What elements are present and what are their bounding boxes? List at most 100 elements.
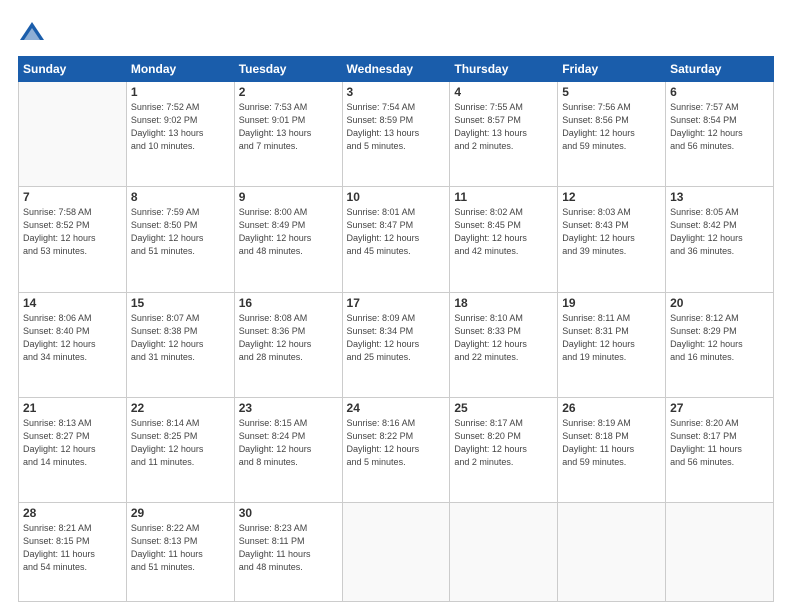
day-number: 27 xyxy=(670,401,769,415)
calendar-day-cell xyxy=(342,503,450,602)
day-number: 2 xyxy=(239,85,338,99)
day-info: Sunrise: 7:58 AM Sunset: 8:52 PM Dayligh… xyxy=(23,206,122,258)
day-info: Sunrise: 8:22 AM Sunset: 8:13 PM Dayligh… xyxy=(131,522,230,574)
day-info: Sunrise: 7:59 AM Sunset: 8:50 PM Dayligh… xyxy=(131,206,230,258)
day-info: Sunrise: 8:20 AM Sunset: 8:17 PM Dayligh… xyxy=(670,417,769,469)
day-info: Sunrise: 8:11 AM Sunset: 8:31 PM Dayligh… xyxy=(562,312,661,364)
header xyxy=(18,18,774,46)
day-info: Sunrise: 7:55 AM Sunset: 8:57 PM Dayligh… xyxy=(454,101,553,153)
calendar-week-row: 14Sunrise: 8:06 AM Sunset: 8:40 PM Dayli… xyxy=(19,292,774,397)
day-info: Sunrise: 7:52 AM Sunset: 9:02 PM Dayligh… xyxy=(131,101,230,153)
day-number: 14 xyxy=(23,296,122,310)
calendar-header-cell: Sunday xyxy=(19,57,127,82)
day-info: Sunrise: 7:54 AM Sunset: 8:59 PM Dayligh… xyxy=(347,101,446,153)
day-info: Sunrise: 8:03 AM Sunset: 8:43 PM Dayligh… xyxy=(562,206,661,258)
calendar-day-cell: 15 Sunrise: 8:07 AM Sunset: 8:38 PM Dayli… xyxy=(126,292,234,397)
calendar-day-cell: 17 Sunrise: 8:09 AM Sunset: 8:34 PM Dayli… xyxy=(342,292,450,397)
calendar-day-cell: 8 Sunrise: 7:59 AM Sunset: 8:50 PM Daylig… xyxy=(126,187,234,292)
calendar-day-cell: 14Sunrise: 8:06 AM Sunset: 8:40 PM Dayli… xyxy=(19,292,127,397)
calendar-day-cell: 16 Sunrise: 8:08 AM Sunset: 8:36 PM Dayli… xyxy=(234,292,342,397)
day-info: Sunrise: 8:23 AM Sunset: 8:11 PM Dayligh… xyxy=(239,522,338,574)
calendar-day-cell: 23 Sunrise: 8:15 AM Sunset: 8:24 PM Dayli… xyxy=(234,397,342,502)
calendar-header-cell: Tuesday xyxy=(234,57,342,82)
page: SundayMondayTuesdayWednesdayThursdayFrid… xyxy=(0,0,792,612)
calendar-day-cell: 19 Sunrise: 8:11 AM Sunset: 8:31 PM Dayli… xyxy=(558,292,666,397)
day-number: 26 xyxy=(562,401,661,415)
day-info: Sunrise: 8:01 AM Sunset: 8:47 PM Dayligh… xyxy=(347,206,446,258)
calendar-header-cell: Wednesday xyxy=(342,57,450,82)
day-info: Sunrise: 8:21 AM Sunset: 8:15 PM Dayligh… xyxy=(23,522,122,574)
calendar-day-cell: 6Sunrise: 7:57 AM Sunset: 8:54 PM Daylig… xyxy=(666,82,774,187)
logo-icon xyxy=(18,18,46,46)
day-number: 30 xyxy=(239,506,338,520)
day-info: Sunrise: 7:53 AM Sunset: 9:01 PM Dayligh… xyxy=(239,101,338,153)
day-info: Sunrise: 8:19 AM Sunset: 8:18 PM Dayligh… xyxy=(562,417,661,469)
day-number: 6 xyxy=(670,85,769,99)
calendar-day-cell: 1 Sunrise: 7:52 AM Sunset: 9:02 PM Daylig… xyxy=(126,82,234,187)
day-info: Sunrise: 8:15 AM Sunset: 8:24 PM Dayligh… xyxy=(239,417,338,469)
calendar-day-cell: 2 Sunrise: 7:53 AM Sunset: 9:01 PM Daylig… xyxy=(234,82,342,187)
day-number: 28 xyxy=(23,506,122,520)
calendar-day-cell xyxy=(666,503,774,602)
calendar-table: SundayMondayTuesdayWednesdayThursdayFrid… xyxy=(18,56,774,602)
day-number: 22 xyxy=(131,401,230,415)
calendar-day-cell: 13Sunrise: 8:05 AM Sunset: 8:42 PM Dayli… xyxy=(666,187,774,292)
day-info: Sunrise: 8:16 AM Sunset: 8:22 PM Dayligh… xyxy=(347,417,446,469)
day-info: Sunrise: 8:00 AM Sunset: 8:49 PM Dayligh… xyxy=(239,206,338,258)
day-info: Sunrise: 8:17 AM Sunset: 8:20 PM Dayligh… xyxy=(454,417,553,469)
calendar-day-cell: 9 Sunrise: 8:00 AM Sunset: 8:49 PM Daylig… xyxy=(234,187,342,292)
calendar-header-cell: Thursday xyxy=(450,57,558,82)
calendar-day-cell: 20 Sunrise: 8:12 AM Sunset: 8:29 PM Dayli… xyxy=(666,292,774,397)
calendar-day-cell: 22 Sunrise: 8:14 AM Sunset: 8:25 PM Dayli… xyxy=(126,397,234,502)
day-number: 1 xyxy=(131,85,230,99)
day-number: 29 xyxy=(131,506,230,520)
day-number: 7 xyxy=(23,190,122,204)
calendar-day-cell: 3Sunrise: 7:54 AM Sunset: 8:59 PM Daylig… xyxy=(342,82,450,187)
day-number: 20 xyxy=(670,296,769,310)
day-number: 9 xyxy=(239,190,338,204)
day-number: 11 xyxy=(454,190,553,204)
day-number: 15 xyxy=(131,296,230,310)
calendar-week-row: 21 Sunrise: 8:13 AM Sunset: 8:27 PM Dayli… xyxy=(19,397,774,502)
calendar-day-cell xyxy=(19,82,127,187)
day-number: 4 xyxy=(454,85,553,99)
calendar-day-cell xyxy=(558,503,666,602)
day-info: Sunrise: 8:14 AM Sunset: 8:25 PM Dayligh… xyxy=(131,417,230,469)
day-number: 13 xyxy=(670,190,769,204)
calendar-day-cell: 18Sunrise: 8:10 AM Sunset: 8:33 PM Dayli… xyxy=(450,292,558,397)
calendar-header-row: SundayMondayTuesdayWednesdayThursdayFrid… xyxy=(19,57,774,82)
calendar-week-row: 28 Sunrise: 8:21 AM Sunset: 8:15 PM Dayli… xyxy=(19,503,774,602)
day-info: Sunrise: 8:08 AM Sunset: 8:36 PM Dayligh… xyxy=(239,312,338,364)
calendar-day-cell xyxy=(450,503,558,602)
calendar-day-cell: 29 Sunrise: 8:22 AM Sunset: 8:13 PM Dayli… xyxy=(126,503,234,602)
day-number: 21 xyxy=(23,401,122,415)
day-info: Sunrise: 8:09 AM Sunset: 8:34 PM Dayligh… xyxy=(347,312,446,364)
calendar-day-cell: 25Sunrise: 8:17 AM Sunset: 8:20 PM Dayli… xyxy=(450,397,558,502)
day-number: 19 xyxy=(562,296,661,310)
day-info: Sunrise: 8:10 AM Sunset: 8:33 PM Dayligh… xyxy=(454,312,553,364)
day-info: Sunrise: 8:07 AM Sunset: 8:38 PM Dayligh… xyxy=(131,312,230,364)
calendar-day-cell: 24Sunrise: 8:16 AM Sunset: 8:22 PM Dayli… xyxy=(342,397,450,502)
calendar-day-cell: 28 Sunrise: 8:21 AM Sunset: 8:15 PM Dayli… xyxy=(19,503,127,602)
day-info: Sunrise: 8:12 AM Sunset: 8:29 PM Dayligh… xyxy=(670,312,769,364)
day-info: Sunrise: 7:56 AM Sunset: 8:56 PM Dayligh… xyxy=(562,101,661,153)
day-number: 23 xyxy=(239,401,338,415)
calendar-day-cell: 11 Sunrise: 8:02 AM Sunset: 8:45 PM Dayli… xyxy=(450,187,558,292)
day-number: 16 xyxy=(239,296,338,310)
day-number: 17 xyxy=(347,296,446,310)
calendar-day-cell: 12Sunrise: 8:03 AM Sunset: 8:43 PM Dayli… xyxy=(558,187,666,292)
calendar-day-cell: 27 Sunrise: 8:20 AM Sunset: 8:17 PM Dayli… xyxy=(666,397,774,502)
day-number: 8 xyxy=(131,190,230,204)
calendar-day-cell: 30 Sunrise: 8:23 AM Sunset: 8:11 PM Dayli… xyxy=(234,503,342,602)
day-number: 5 xyxy=(562,85,661,99)
calendar-day-cell: 26 Sunrise: 8:19 AM Sunset: 8:18 PM Dayli… xyxy=(558,397,666,502)
calendar-week-row: 1 Sunrise: 7:52 AM Sunset: 9:02 PM Daylig… xyxy=(19,82,774,187)
calendar-header-cell: Monday xyxy=(126,57,234,82)
logo xyxy=(18,18,50,46)
calendar-week-row: 7 Sunrise: 7:58 AM Sunset: 8:52 PM Daylig… xyxy=(19,187,774,292)
calendar-body: 1 Sunrise: 7:52 AM Sunset: 9:02 PM Daylig… xyxy=(19,82,774,602)
calendar-day-cell: 5 Sunrise: 7:56 AM Sunset: 8:56 PM Daylig… xyxy=(558,82,666,187)
calendar-header-cell: Saturday xyxy=(666,57,774,82)
day-info: Sunrise: 8:13 AM Sunset: 8:27 PM Dayligh… xyxy=(23,417,122,469)
day-info: Sunrise: 8:02 AM Sunset: 8:45 PM Dayligh… xyxy=(454,206,553,258)
